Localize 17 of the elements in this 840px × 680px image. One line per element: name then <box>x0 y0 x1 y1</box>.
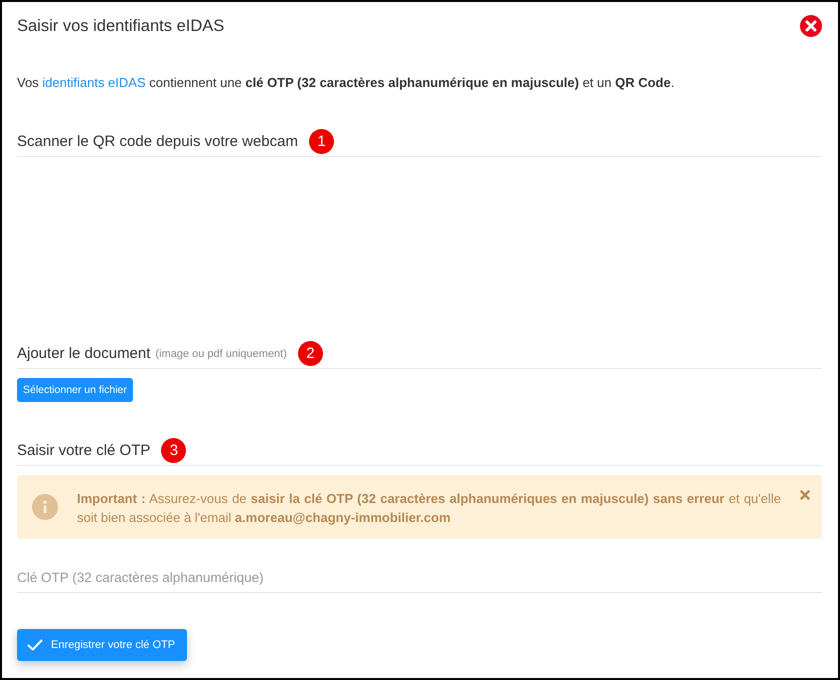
close-icon[interactable] <box>800 15 822 37</box>
save-otp-button[interactable]: Enregistrer votre clé OTP <box>17 629 188 661</box>
intro-text: Vos identifiants eIDAS contiennent une clé OTP (32 caractères alphanumérique en majuscule) et un QR Code. <box>17 74 676 92</box>
section-heading: Ajouter le document <box>17 344 150 362</box>
step-badge: 1 <box>308 128 334 154</box>
dialog-title: Saisir vos identifiants eIDAS <box>17 16 224 36</box>
step-badge: 2 <box>298 340 323 366</box>
alert-message: Important : Assurez-vous de saisir la clé OTP (32 caractères alphanumériques en majuscule) sans erreur et qu'elle soit bien associée à l'email a.moreau@chagny-immobilier.com <box>77 490 781 527</box>
eidas-link[interactable]: identifiants eIDAS <box>42 75 146 90</box>
check-icon <box>27 639 43 651</box>
info-icon <box>32 494 58 520</box>
section-heading: Saisir votre clé OTP <box>17 442 150 458</box>
close-icon[interactable] <box>800 490 810 500</box>
step-badge: 3 <box>161 438 186 462</box>
section-heading: Scanner le QR code depuis votre webcam <box>17 132 298 150</box>
format-note: (image ou pdf uniquement) <box>155 348 287 360</box>
select-file-button[interactable]: Sélectionner un fichier <box>17 378 133 402</box>
